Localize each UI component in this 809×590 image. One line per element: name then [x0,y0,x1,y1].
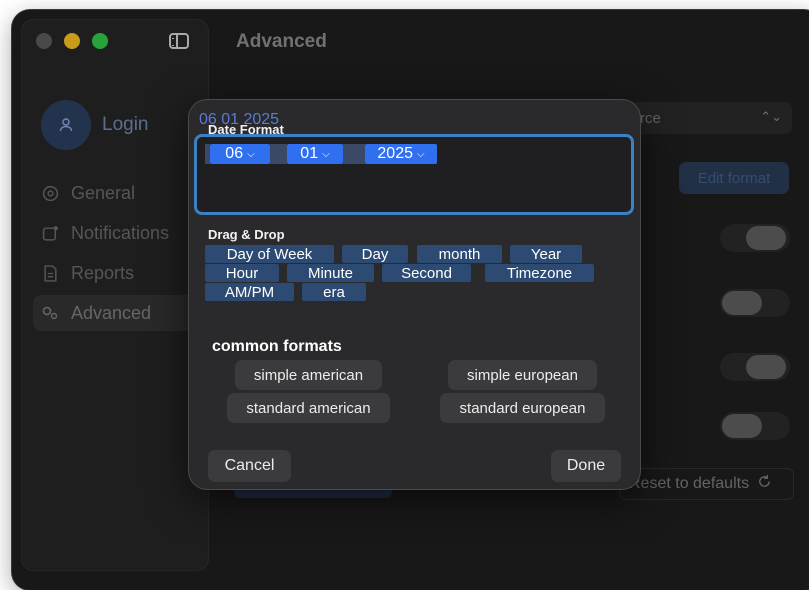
chevron-down-icon: ⌵ [417,148,425,160]
chevron-down-icon: ⌵ [247,148,255,160]
standard-european-button[interactable]: standard european [440,393,605,423]
drag-drop-title: Drag & Drop [208,227,285,242]
format-builder-field[interactable]: 06 ⌵ 01 ⌵ 2025 ⌵ [194,134,634,215]
month-token-dropdown[interactable]: 06 ⌵ [210,144,270,164]
standard-american-button[interactable]: standard american [227,393,390,423]
chip-month[interactable]: month [417,245,502,263]
chip-minute[interactable]: Minute [287,264,374,282]
token-value: 2025 [377,145,413,162]
token-value: 06 [225,145,244,162]
chip-second[interactable]: Second [382,264,471,282]
date-format-dialog: 06 01 2025 Date Format 06 ⌵ 01 ⌵ 2025 ⌵ Dra… [189,100,640,489]
token-value: 01 [300,145,319,162]
token-separator [343,144,365,164]
chevron-down-icon: ⌵ [322,148,330,160]
simple-american-button[interactable]: simple american [235,360,382,390]
chip-year[interactable]: Year [510,245,582,263]
chip-am-pm[interactable]: AM/PM [205,283,294,301]
chip-hour[interactable]: Hour [205,264,279,282]
done-button[interactable]: Done [551,450,621,482]
day-token-dropdown[interactable]: 01 ⌵ [287,144,343,164]
year-token-dropdown[interactable]: 2025 ⌵ [365,144,437,164]
cancel-button[interactable]: Cancel [208,450,291,482]
simple-european-button[interactable]: simple european [448,360,597,390]
common-formats-title: common formats [212,338,342,355]
chip-era[interactable]: era [302,283,366,301]
chip-day-of-week[interactable]: Day of Week [205,245,334,263]
chip-day[interactable]: Day [342,245,408,263]
chip-timezone[interactable]: Timezone [485,264,594,282]
token-separator [270,144,287,164]
